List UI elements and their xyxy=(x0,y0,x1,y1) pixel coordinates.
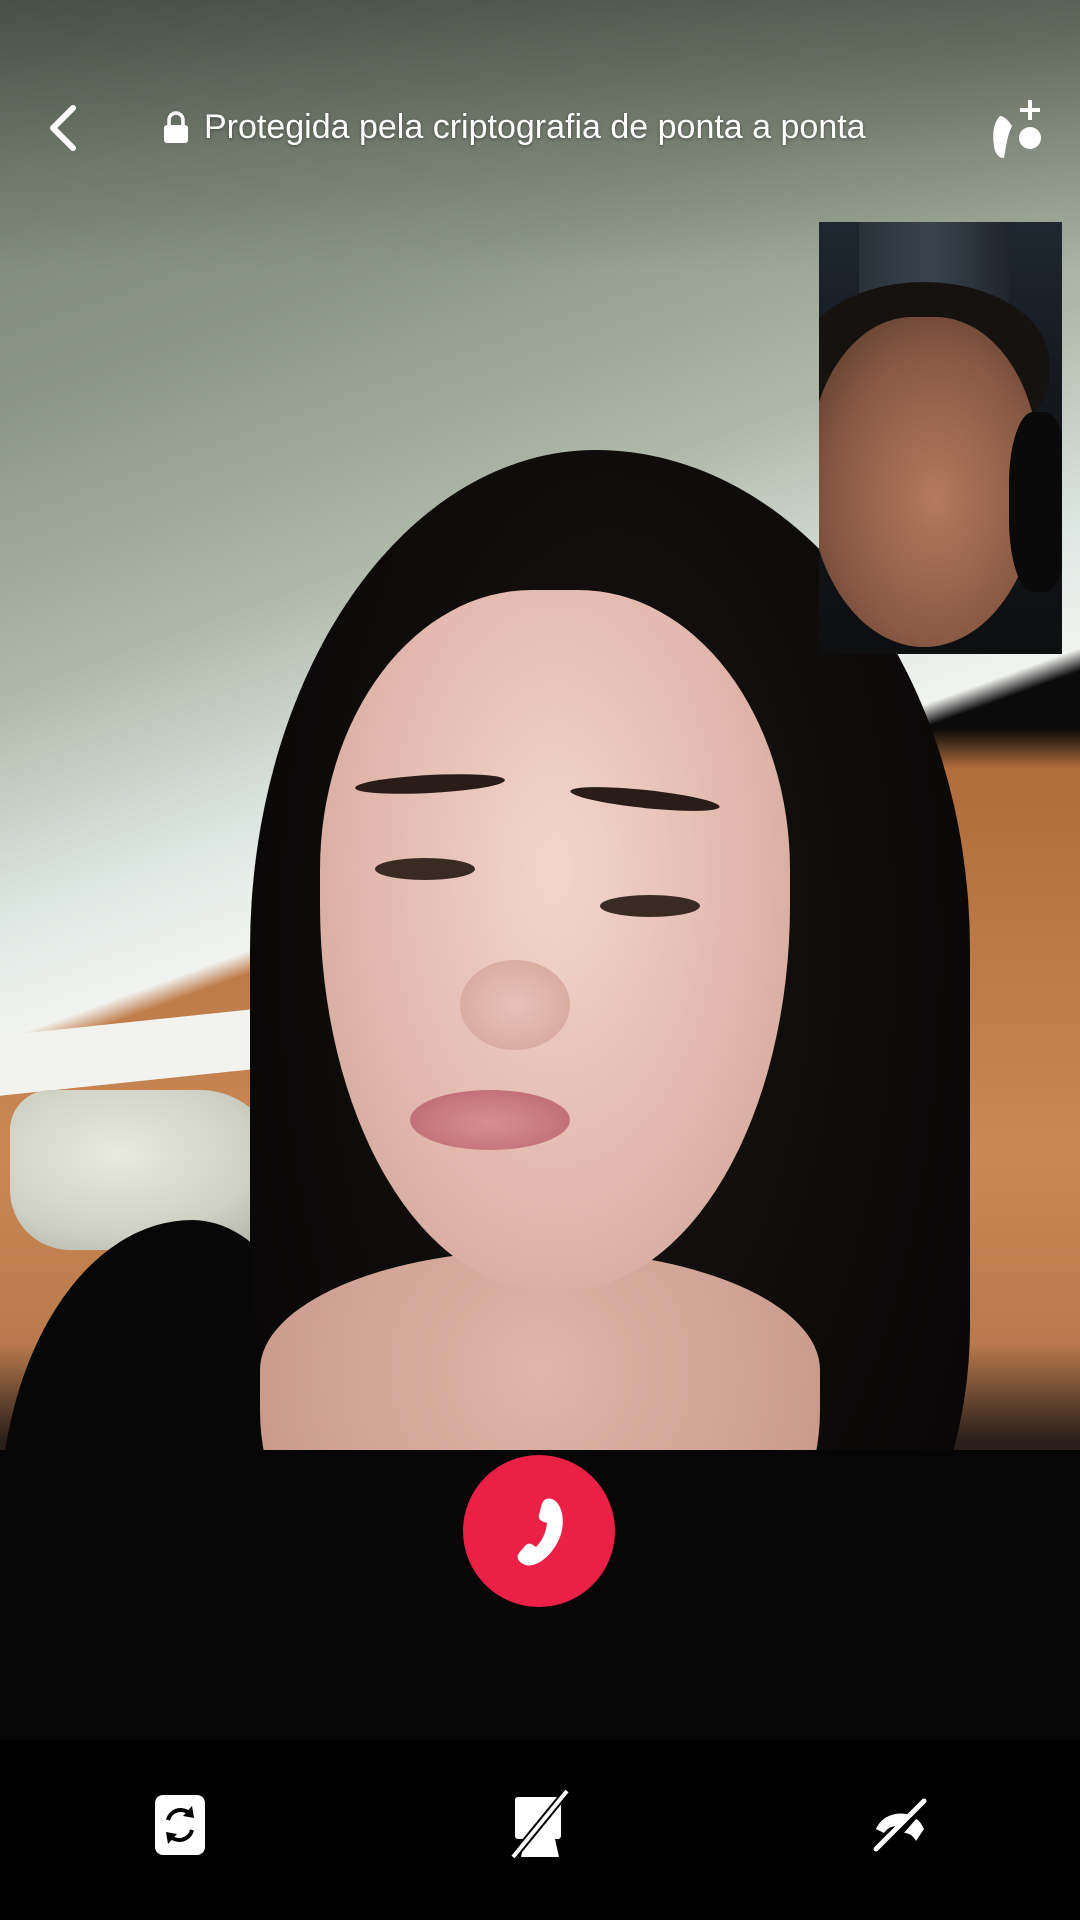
chevron-left-icon xyxy=(50,105,76,151)
remote-person-eye xyxy=(375,858,475,880)
camera-off-button[interactable] xyxy=(495,1780,585,1870)
mute-button[interactable] xyxy=(855,1780,945,1870)
remote-person-eye xyxy=(600,895,700,917)
encryption-notice: Protegida pela criptografia de ponta a p… xyxy=(162,108,866,147)
video-call-screen: Protegida pela criptografia de ponta a p… xyxy=(0,0,1080,1920)
remote-person-mouth xyxy=(410,1090,570,1150)
add-participant-button[interactable] xyxy=(985,95,1055,165)
remote-person-nose xyxy=(460,960,570,1050)
switch-camera-icon xyxy=(155,1795,205,1855)
switch-camera-button[interactable] xyxy=(135,1780,225,1870)
person-add-icon xyxy=(993,100,1041,158)
self-person-headphones xyxy=(1009,412,1062,592)
back-button[interactable] xyxy=(30,95,96,161)
encryption-text: Protegida pela criptografia de ponta a p… xyxy=(204,108,866,146)
end-call-button[interactable] xyxy=(463,1455,615,1607)
phone-hangup-icon xyxy=(517,1498,563,1566)
lock-icon xyxy=(164,110,188,143)
background-pillow xyxy=(10,1090,280,1250)
video-off-icon xyxy=(509,1788,571,1860)
self-person-face xyxy=(819,317,1039,647)
call-controls xyxy=(0,1740,1080,1920)
mic-off-icon xyxy=(873,1798,927,1852)
self-video-preview[interactable] xyxy=(819,222,1062,654)
